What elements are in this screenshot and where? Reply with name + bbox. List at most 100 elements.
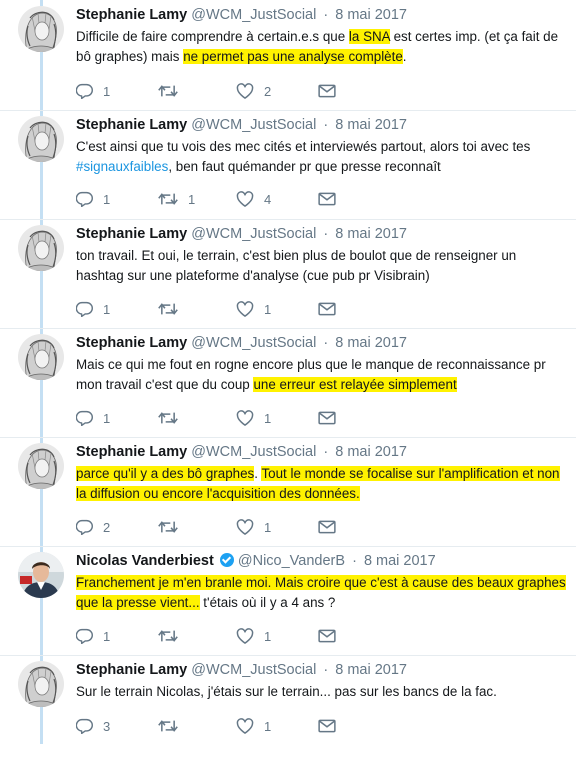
- avatar[interactable]: [18, 443, 64, 489]
- tweet-header: Stephanie Lamy @WCM_JustSocial · 8 mai 2…: [76, 225, 407, 243]
- tweet-text: Sur le terrain Nicolas, j'étais sur le t…: [76, 682, 566, 702]
- reply-button[interactable]: 1: [76, 627, 110, 645]
- replies-count: 1: [103, 191, 111, 207]
- text-segment: Sur le terrain Nicolas, j'étais sur le t…: [76, 684, 497, 699]
- reply-icon: [76, 83, 93, 99]
- replies-count: 1: [103, 410, 111, 426]
- retweet-icon: [158, 301, 178, 317]
- author-name[interactable]: Stephanie Lamy: [76, 226, 187, 242]
- tweet: Stephanie Lamy @WCM_JustSocial · 8 mai 2…: [0, 655, 576, 765]
- tweet-header: Stephanie Lamy @WCM_JustSocial · 8 mai 2…: [76, 443, 407, 461]
- reply-icon: [76, 191, 93, 207]
- text-segment: C'est ainsi que tu vois des mec cités et…: [76, 139, 531, 154]
- author-handle[interactable]: @WCM_JustSocial: [191, 117, 316, 133]
- author-handle[interactable]: @WCM_JustSocial: [191, 7, 316, 23]
- direct-message-button[interactable]: [318, 627, 336, 645]
- date-separator: ·: [323, 226, 329, 242]
- highlighted-text: une erreur est relayée simplement: [253, 377, 457, 392]
- author-handle[interactable]: @WCM_JustSocial: [191, 662, 316, 678]
- envelope-icon: [318, 302, 336, 316]
- text-segment: .: [402, 49, 407, 64]
- date-separator: ·: [323, 7, 329, 23]
- tweet: Nicolas Vanderbiest @Nico_VanderB · 8 ma…: [0, 546, 576, 656]
- tweet-date[interactable]: 8 mai 2017: [364, 553, 436, 569]
- like-button[interactable]: 4: [236, 190, 271, 208]
- like-button[interactable]: 1: [236, 627, 271, 645]
- tweet-text: Franchement je m'en branle moi. Mais cro…: [76, 573, 566, 613]
- reply-icon: [76, 718, 93, 734]
- date-separator: ·: [323, 662, 329, 678]
- like-button[interactable]: 2: [236, 82, 271, 100]
- author-name[interactable]: Stephanie Lamy: [76, 7, 187, 23]
- tweet-date[interactable]: 8 mai 2017: [335, 662, 407, 678]
- tweet-date[interactable]: 8 mai 2017: [335, 335, 407, 351]
- author-handle[interactable]: @Nico_VanderB: [238, 553, 345, 569]
- text-segment: t'étais où il y a 4 ans ?: [199, 595, 336, 610]
- author-name[interactable]: Stephanie Lamy: [76, 117, 187, 133]
- reply-button[interactable]: 1: [76, 409, 110, 427]
- author-handle[interactable]: @WCM_JustSocial: [191, 335, 316, 351]
- retweet-button[interactable]: [158, 518, 188, 536]
- tweet-header: Stephanie Lamy @WCM_JustSocial · 8 mai 2…: [76, 6, 407, 24]
- heart-icon: [236, 519, 254, 535]
- author-handle[interactable]: @WCM_JustSocial: [191, 226, 316, 242]
- verified-badge-icon: [219, 553, 234, 567]
- heart-icon: [236, 410, 254, 426]
- hashtag-link[interactable]: #signauxfaibles: [76, 159, 168, 174]
- tweet-date[interactable]: 8 mai 2017: [335, 226, 407, 242]
- reply-button[interactable]: 1: [76, 300, 110, 318]
- reply-icon: [76, 628, 93, 644]
- avatar[interactable]: [18, 6, 64, 52]
- reply-icon: [76, 519, 93, 535]
- avatar[interactable]: [18, 552, 64, 598]
- envelope-icon: [318, 520, 336, 534]
- tweet-header: Nicolas Vanderbiest @Nico_VanderB · 8 ma…: [76, 552, 436, 570]
- tweet-date[interactable]: 8 mai 2017: [335, 117, 407, 133]
- author-name[interactable]: Nicolas Vanderbiest: [76, 553, 214, 569]
- author-name[interactable]: Stephanie Lamy: [76, 662, 187, 678]
- avatar[interactable]: [18, 225, 64, 271]
- reply-button[interactable]: 2: [76, 518, 110, 536]
- author-name[interactable]: Stephanie Lamy: [76, 335, 187, 351]
- tweet-divider: [0, 546, 576, 547]
- tweet-text: Mais ce qui me fout en rogne encore plus…: [76, 355, 566, 395]
- direct-message-button[interactable]: [318, 300, 336, 318]
- like-button[interactable]: 1: [236, 409, 271, 427]
- avatar[interactable]: [18, 661, 64, 707]
- direct-message-button[interactable]: [318, 82, 336, 100]
- reply-button[interactable]: 1: [76, 82, 110, 100]
- retweet-button[interactable]: [158, 82, 188, 100]
- likes-count: 2: [264, 83, 272, 99]
- tweet-text: parce qu'il y a des bô graphes. Tout le …: [76, 464, 566, 504]
- reply-button[interactable]: 1: [76, 190, 110, 208]
- tweet-date[interactable]: 8 mai 2017: [335, 7, 407, 23]
- direct-message-button[interactable]: [318, 518, 336, 536]
- direct-message-button[interactable]: [318, 409, 336, 427]
- reply-button[interactable]: 3: [76, 717, 110, 735]
- author-handle[interactable]: @WCM_JustSocial: [191, 444, 316, 460]
- retweet-button[interactable]: 1: [158, 190, 195, 208]
- envelope-icon: [318, 411, 336, 425]
- retweet-button[interactable]: [158, 717, 188, 735]
- tweet: Stephanie Lamy @WCM_JustSocial · 8 mai 2…: [0, 110, 576, 220]
- tweet-date[interactable]: 8 mai 2017: [335, 444, 407, 460]
- heart-icon: [236, 628, 254, 644]
- likes-count: 1: [264, 410, 272, 426]
- retweet-button[interactable]: [158, 300, 188, 318]
- retweet-button[interactable]: [158, 627, 188, 645]
- highlighted-text: la SNA: [348, 29, 390, 44]
- like-button[interactable]: 1: [236, 518, 271, 536]
- direct-message-button[interactable]: [318, 190, 336, 208]
- like-button[interactable]: 1: [236, 300, 271, 318]
- avatar[interactable]: [18, 334, 64, 380]
- direct-message-button[interactable]: [318, 717, 336, 735]
- heart-icon: [236, 301, 254, 317]
- reply-icon: [76, 301, 93, 317]
- heart-icon: [236, 83, 254, 99]
- like-button[interactable]: 1: [236, 717, 271, 735]
- author-name[interactable]: Stephanie Lamy: [76, 444, 187, 460]
- highlighted-text: ne permet pas une analyse complète: [183, 49, 403, 64]
- retweet-button[interactable]: [158, 409, 188, 427]
- text-segment: , ben faut quémander pr que presse recon…: [168, 159, 441, 174]
- avatar[interactable]: [18, 116, 64, 162]
